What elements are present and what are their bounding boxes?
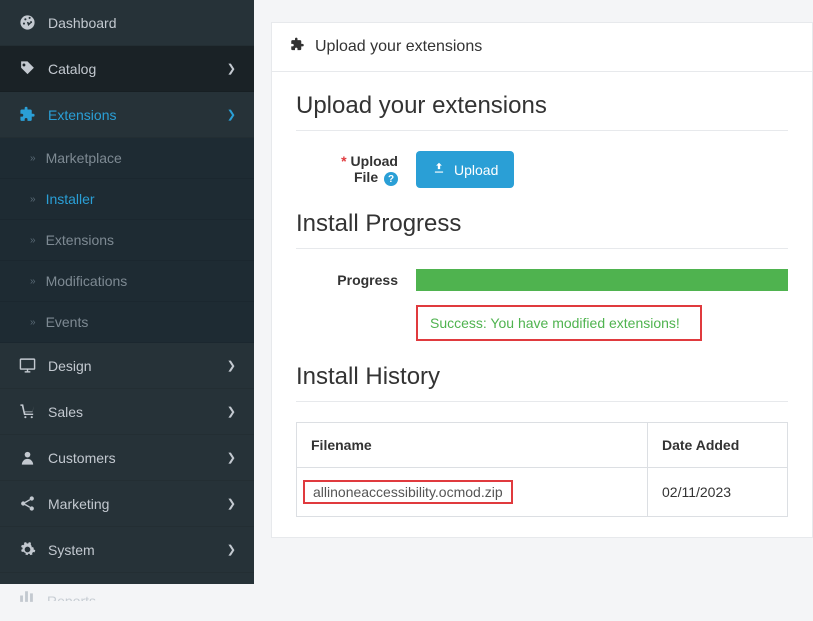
sidebar-label-dashboard: Dashboard: [48, 15, 117, 31]
help-icon[interactable]: ?: [384, 172, 398, 186]
puzzle-icon: [18, 106, 36, 123]
success-message: Success: You have modified extensions!: [430, 315, 680, 331]
sidebar-subitem-extensions[interactable]: » Extensions: [0, 220, 254, 261]
sidebar-item-catalog[interactable]: Catalog ❯: [0, 46, 254, 92]
chevron-right-icon: ❯: [227, 62, 236, 75]
upload-panel: Upload your extensions Upload your exten…: [271, 22, 813, 538]
progress-label: Progress: [296, 272, 416, 288]
chart-icon: [18, 587, 35, 607]
sidebar-item-design[interactable]: Design ❯: [0, 343, 254, 389]
sidebar-item-sales[interactable]: Sales ❯: [0, 389, 254, 435]
filename-value: allinoneaccessibility.ocmod.zip: [303, 480, 513, 504]
chevron-right-icon: ❯: [227, 497, 236, 510]
sidebar-label-sales: Sales: [48, 404, 83, 420]
chevrons-icon: »: [30, 235, 36, 246]
sidebar-sublabel-marketplace: Marketplace: [46, 150, 122, 166]
sidebar-item-customers[interactable]: Customers ❯: [0, 435, 254, 481]
sidebar-label-design: Design: [48, 358, 92, 374]
sidebar-sublabel-extensions: Extensions: [46, 232, 114, 248]
sidebar-item-reports[interactable]: Reports: [0, 573, 254, 621]
cart-icon: [18, 403, 36, 420]
sidebar-label-marketing: Marketing: [48, 496, 109, 512]
progress-bar: [416, 269, 788, 291]
upload-button[interactable]: Upload: [416, 151, 514, 188]
history-section-title: Install History: [296, 363, 788, 402]
sidebar-subitem-marketplace[interactable]: » Marketplace: [0, 138, 254, 179]
sidebar-label-extensions: Extensions: [48, 107, 116, 123]
puzzle-icon: [290, 37, 305, 57]
user-icon: [18, 449, 36, 466]
sidebar-sublabel-installer: Installer: [46, 191, 95, 207]
upload-file-label: * Upload File ?: [296, 153, 416, 187]
gear-icon: [18, 541, 36, 558]
upload-row: * Upload File ? Upload: [296, 151, 788, 188]
sidebar-label-customers: Customers: [48, 450, 116, 466]
chevron-right-icon: ❯: [227, 451, 236, 464]
chevrons-icon: »: [30, 317, 36, 328]
chevron-right-icon: ❯: [227, 405, 236, 418]
sidebar-sublabel-events: Events: [46, 314, 89, 330]
col-date-added: Date Added: [648, 423, 788, 468]
share-icon: [18, 495, 36, 512]
required-asterisk: *: [341, 153, 346, 169]
dashboard-icon: [18, 14, 36, 31]
upload-button-label: Upload: [454, 162, 498, 178]
col-filename: Filename: [297, 423, 648, 468]
upload-label-line1: Upload: [351, 153, 398, 169]
chevrons-icon: »: [30, 153, 36, 164]
sidebar-subitem-events[interactable]: » Events: [0, 302, 254, 343]
sidebar-label-system: System: [48, 542, 95, 558]
sidebar-sublabel-modifications: Modifications: [46, 273, 128, 289]
sidebar: Dashboard Catalog ❯ Extensions ❯ » Marke…: [0, 0, 254, 584]
sidebar-item-system[interactable]: System ❯: [0, 527, 254, 573]
sidebar-item-dashboard[interactable]: Dashboard: [0, 0, 254, 46]
upload-label-line2: File: [354, 169, 378, 185]
upload-icon: [432, 161, 446, 178]
chevron-right-icon: ❯: [227, 359, 236, 372]
table-header-row: Filename Date Added: [297, 423, 788, 468]
panel-header: Upload your extensions: [272, 23, 812, 72]
panel-header-text: Upload your extensions: [315, 38, 482, 56]
sidebar-item-extensions[interactable]: Extensions ❯: [0, 92, 254, 138]
progress-section-title: Install Progress: [296, 210, 788, 249]
sidebar-label-reports: Reports: [47, 593, 96, 601]
main-content: Upload your extensions Upload your exten…: [254, 0, 813, 584]
chevrons-icon: »: [30, 194, 36, 205]
sidebar-item-marketing[interactable]: Marketing ❯: [0, 481, 254, 527]
cell-filename: allinoneaccessibility.ocmod.zip: [297, 468, 648, 517]
panel-body: Upload your extensions * Upload File ? Up…: [272, 72, 812, 537]
tag-icon: [18, 60, 36, 77]
table-row: allinoneaccessibility.ocmod.zip 02/11/20…: [297, 468, 788, 517]
desktop-icon: [18, 357, 36, 374]
success-alert: Success: You have modified extensions!: [416, 305, 702, 341]
chevrons-icon: »: [30, 276, 36, 287]
upload-section-title: Upload your extensions: [296, 92, 788, 131]
chevron-right-icon: ❯: [227, 543, 236, 556]
sidebar-submenu-extensions: » Marketplace » Installer » Extensions »…: [0, 138, 254, 343]
sidebar-subitem-installer[interactable]: » Installer: [0, 179, 254, 220]
progress-row: Progress: [296, 269, 788, 291]
sidebar-label-catalog: Catalog: [48, 61, 96, 77]
chevron-right-icon: ❯: [227, 108, 236, 121]
cell-date: 02/11/2023: [648, 468, 788, 517]
sidebar-subitem-modifications[interactable]: » Modifications: [0, 261, 254, 302]
install-history-table: Filename Date Added allinoneaccessibilit…: [296, 422, 788, 517]
